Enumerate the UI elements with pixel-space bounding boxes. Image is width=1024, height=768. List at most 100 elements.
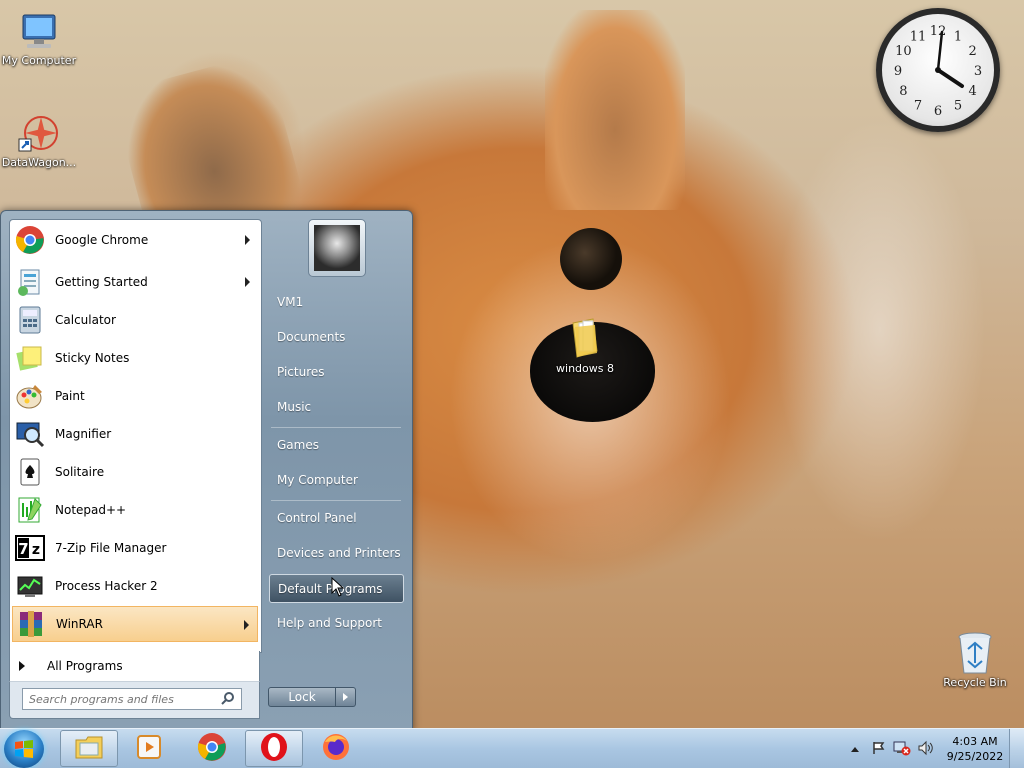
clock-numeral: 8 <box>899 84 907 99</box>
desktop-icon-label: DataWagon... <box>1 156 77 169</box>
lock-button[interactable]: Lock <box>268 687 336 707</box>
program-label: Calculator <box>55 313 116 327</box>
right-link-label: My Computer <box>277 473 358 487</box>
taskbar-windows-explorer[interactable] <box>60 730 118 767</box>
taskbar-opera[interactable] <box>245 730 303 767</box>
program-winrar[interactable]: WinRAR <box>12 606 258 642</box>
program-label: Notepad++ <box>55 503 127 517</box>
all-programs-button[interactable]: All Programs <box>9 651 260 681</box>
desktop-icon-recycle-bin[interactable]: Recycle Bin <box>936 632 1014 689</box>
volume-icon[interactable] <box>917 740 933 759</box>
paint-icon <box>14 380 46 412</box>
desktop-icon-windows-8-folder[interactable]: windows 8 <box>546 318 624 375</box>
taskbar-chrome[interactable] <box>183 730 241 767</box>
search-input[interactable] <box>27 691 221 707</box>
show-desktop-button[interactable] <box>1009 729 1024 768</box>
separator <box>271 427 401 428</box>
system-tray: 4:03 AM 9/25/2022 <box>851 729 1024 768</box>
chevron-right-icon <box>343 693 348 701</box>
magnifier-icon <box>14 418 46 450</box>
right-link-label: Control Panel <box>277 511 357 525</box>
action-center-icon[interactable] <box>871 740 887 759</box>
desktop-icon-label: Recycle Bin <box>943 676 1007 689</box>
program-magnifier[interactable]: Magnifier <box>12 416 258 452</box>
program-process-hacker[interactable]: Process Hacker 2 <box>12 568 258 604</box>
right-link-documents[interactable]: Documents <box>269 323 404 351</box>
program-paint[interactable]: Paint <box>12 378 258 414</box>
desktop-icon-datawagon[interactable]: DataWagon... <box>0 112 78 169</box>
program-solitaire[interactable]: Solitaire <box>12 454 258 490</box>
sticky-notes-icon <box>14 342 46 374</box>
taskbar-firefox[interactable] <box>307 730 365 767</box>
chrome-icon <box>14 224 46 256</box>
shutdown-options-button[interactable] <box>336 687 356 707</box>
program-google-chrome[interactable]: Google Chrome <box>12 222 258 258</box>
right-link-label: Pictures <box>277 365 325 379</box>
clock-gadget[interactable]: 12 1 2 3 4 5 6 7 8 9 10 11 <box>876 8 1000 132</box>
right-link-label: Devices and Printers <box>277 546 401 560</box>
clock-date: 9/25/2022 <box>946 750 1004 763</box>
user-avatar-icon <box>314 225 360 271</box>
taskbar-media-player[interactable] <box>120 730 178 767</box>
triangle-right-icon <box>19 661 25 671</box>
submenu-arrow-icon <box>244 620 249 630</box>
svg-text:7: 7 <box>18 540 28 558</box>
right-link-label: Games <box>277 438 319 452</box>
program-label: Process Hacker 2 <box>55 579 158 593</box>
program-label: Magnifier <box>55 427 112 441</box>
mouse-cursor-icon <box>331 577 345 597</box>
media-player-icon <box>136 734 162 763</box>
right-link-devices-and-printers[interactable]: Devices and Printers <box>269 539 404 567</box>
clock-numeral: 2 <box>968 44 976 59</box>
submenu-arrow-icon <box>245 277 250 287</box>
wallpaper-dog-eye <box>560 228 622 290</box>
right-link-pictures[interactable]: Pictures <box>269 358 404 386</box>
right-link-music[interactable]: Music <box>269 393 404 421</box>
program-label: Solitaire <box>55 465 105 479</box>
taskbar-clock[interactable]: 4:03 AM 9/25/2022 <box>941 734 1009 764</box>
program-label: WinRAR <box>56 617 103 631</box>
right-link-label: Help and Support <box>277 616 382 630</box>
search-box[interactable] <box>22 688 242 710</box>
search-icon[interactable] <box>221 691 235 708</box>
clock-numeral: 9 <box>894 64 902 79</box>
clock-numeral: 4 <box>968 84 976 99</box>
right-link-vm1[interactable]: VM1 <box>269 288 404 316</box>
right-link-help-and-support[interactable]: Help and Support <box>269 609 404 637</box>
submenu-arrow-icon <box>245 235 250 245</box>
windows-logo-icon <box>15 740 33 758</box>
clock-face-icon: 12 12 3 45678 9 1011 <box>894 24 982 119</box>
user-picture[interactable] <box>308 219 366 277</box>
search-area <box>9 681 260 719</box>
show-hidden-icons-button[interactable] <box>851 746 859 752</box>
wallpaper-dog-ear-right <box>545 10 685 210</box>
program-getting-started[interactable]: Getting Started <box>12 264 258 300</box>
clock-numeral: 5 <box>954 99 962 114</box>
getting-started-icon <box>14 266 46 298</box>
lock-label: Lock <box>288 690 316 704</box>
notepad-plus-plus-icon <box>14 494 46 526</box>
clock-numeral: 10 <box>895 44 912 59</box>
right-link-my-computer[interactable]: My Computer <box>269 466 404 494</box>
start-menu: Google Chrome Getting Started Calculator… <box>0 210 413 732</box>
clock-numeral: 3 <box>974 64 982 79</box>
svg-text:z: z <box>32 542 40 558</box>
program-sticky-notes[interactable]: Sticky Notes <box>12 340 258 376</box>
calculator-icon <box>14 304 46 336</box>
clock-time: 4:03 AM <box>952 735 998 748</box>
program-7zip[interactable]: 7z 7-Zip File Manager <box>12 530 258 566</box>
right-link-control-panel[interactable]: Control Panel <box>269 504 404 532</box>
start-button[interactable] <box>4 730 44 768</box>
program-label: Sticky Notes <box>55 351 130 365</box>
network-error-icon[interactable] <box>893 740 911 759</box>
chrome-icon <box>197 732 227 765</box>
program-notepad-plus-plus[interactable]: Notepad++ <box>12 492 258 528</box>
right-link-games[interactable]: Games <box>269 431 404 459</box>
program-label: Google Chrome <box>55 233 149 247</box>
desktop-icon-my-computer[interactable]: My Computer <box>0 10 78 67</box>
winrar-icon <box>15 608 47 640</box>
desktop-icon-label: windows 8 <box>556 362 614 375</box>
program-calculator[interactable]: Calculator <box>12 302 258 338</box>
programs-list: Google Chrome Getting Started Calculator… <box>9 219 262 653</box>
lock-button-group: Lock <box>268 687 358 707</box>
